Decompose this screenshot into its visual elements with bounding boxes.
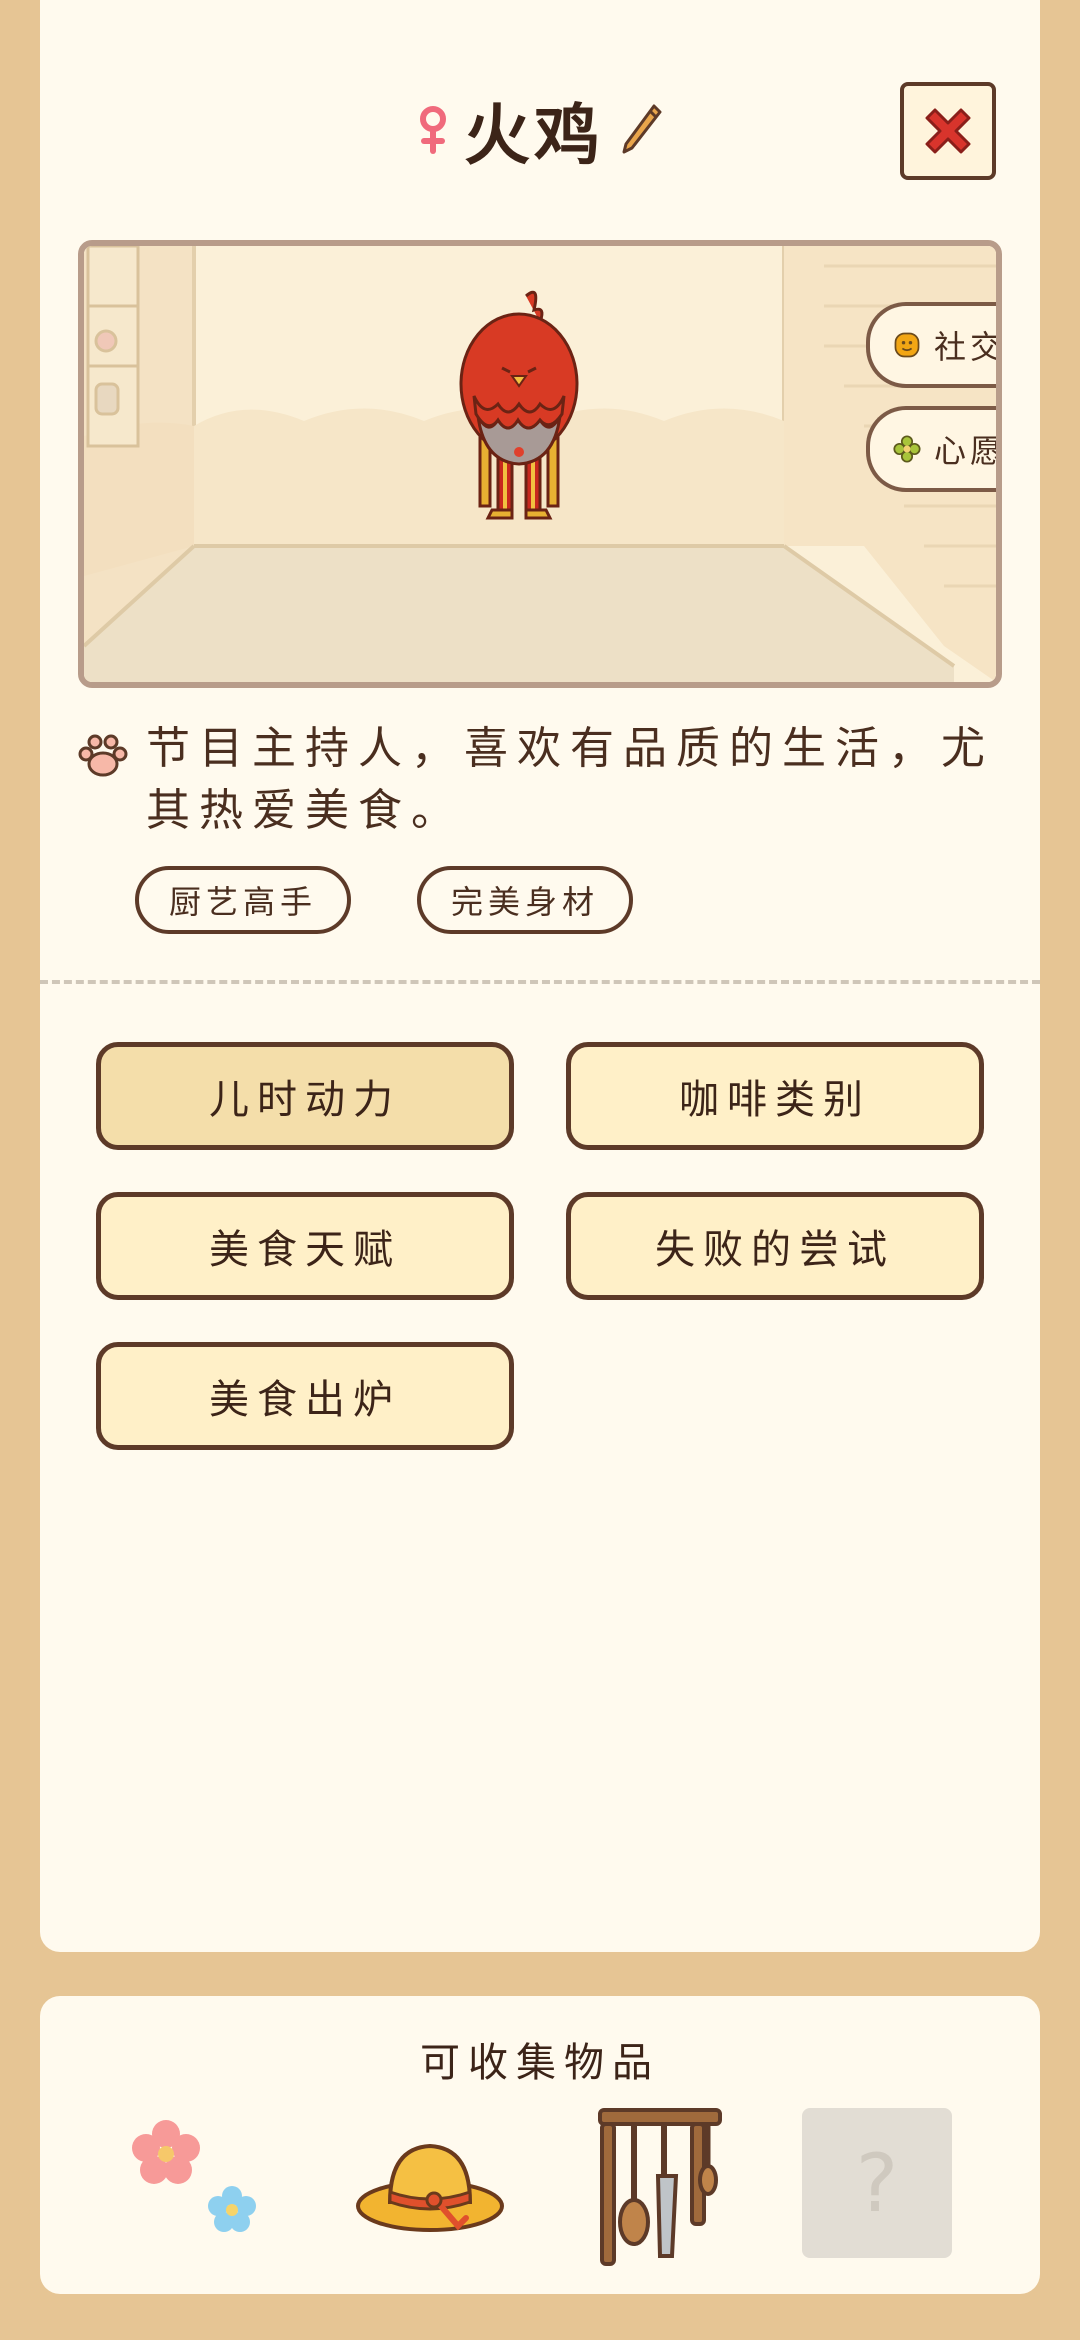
story-button-coffee-category[interactable]: 咖啡类别 <box>566 1042 984 1150</box>
title-row: 火鸡 <box>40 80 1040 180</box>
social-button[interactable]: 社交 <box>866 302 1002 388</box>
character-name: 火鸡 <box>464 97 604 174</box>
wish-label: 心愿 <box>933 432 1002 470</box>
collectibles-panel: 可收集物品 ? <box>40 1996 1040 2294</box>
female-icon <box>420 106 446 154</box>
story-button-failed-attempt[interactable]: 失败的尝试 <box>566 1192 984 1300</box>
description-text: 节目主持人，喜欢有品质的生活，尤其热爱美食。 <box>146 723 994 836</box>
trait-tag: 完美身材 <box>417 866 634 934</box>
close-icon <box>925 108 971 154</box>
wish-button[interactable]: 心愿 <box>866 406 1002 492</box>
question-mark: ? <box>855 2136 899 2230</box>
kitchen-utensil-rack-icon[interactable] <box>580 2106 740 2266</box>
collectibles-title: 可收集物品 <box>420 2040 660 2086</box>
shelf-with-jars <box>86 246 140 448</box>
locked-collectible-slot[interactable]: ? <box>802 2108 952 2258</box>
story-button-food-talent[interactable]: 美食天赋 <box>96 1192 514 1300</box>
trait-tags: 厨艺高手 完美身材 <box>135 866 634 934</box>
character-description: 节目主持人，喜欢有品质的生活，尤其热爱美食。 <box>78 718 1008 842</box>
turkey-character[interactable] <box>454 286 584 526</box>
straw-hat-icon[interactable] <box>350 2106 510 2266</box>
character-room-scene: 社交 心愿 <box>78 240 1002 688</box>
character-profile-card: 火鸡 社交 心愿 节目主持人，喜欢有品质的生活，尤其热爱美食。 厨艺高手 完美身… <box>40 0 1040 1952</box>
clover-icon <box>893 435 921 463</box>
story-button-childhood-motivation[interactable]: 儿时动力 <box>96 1042 514 1150</box>
trait-tag: 厨艺高手 <box>135 866 352 934</box>
dashed-divider <box>40 980 1040 984</box>
story-button-food-baked[interactable]: 美食出炉 <box>96 1342 514 1450</box>
close-button[interactable] <box>900 82 996 180</box>
social-icon <box>894 332 920 358</box>
flower-icon[interactable] <box>120 2106 280 2266</box>
paw-icon <box>78 734 128 777</box>
social-label: 社交 <box>933 328 1002 366</box>
edit-name-pencil-icon[interactable] <box>618 102 664 158</box>
